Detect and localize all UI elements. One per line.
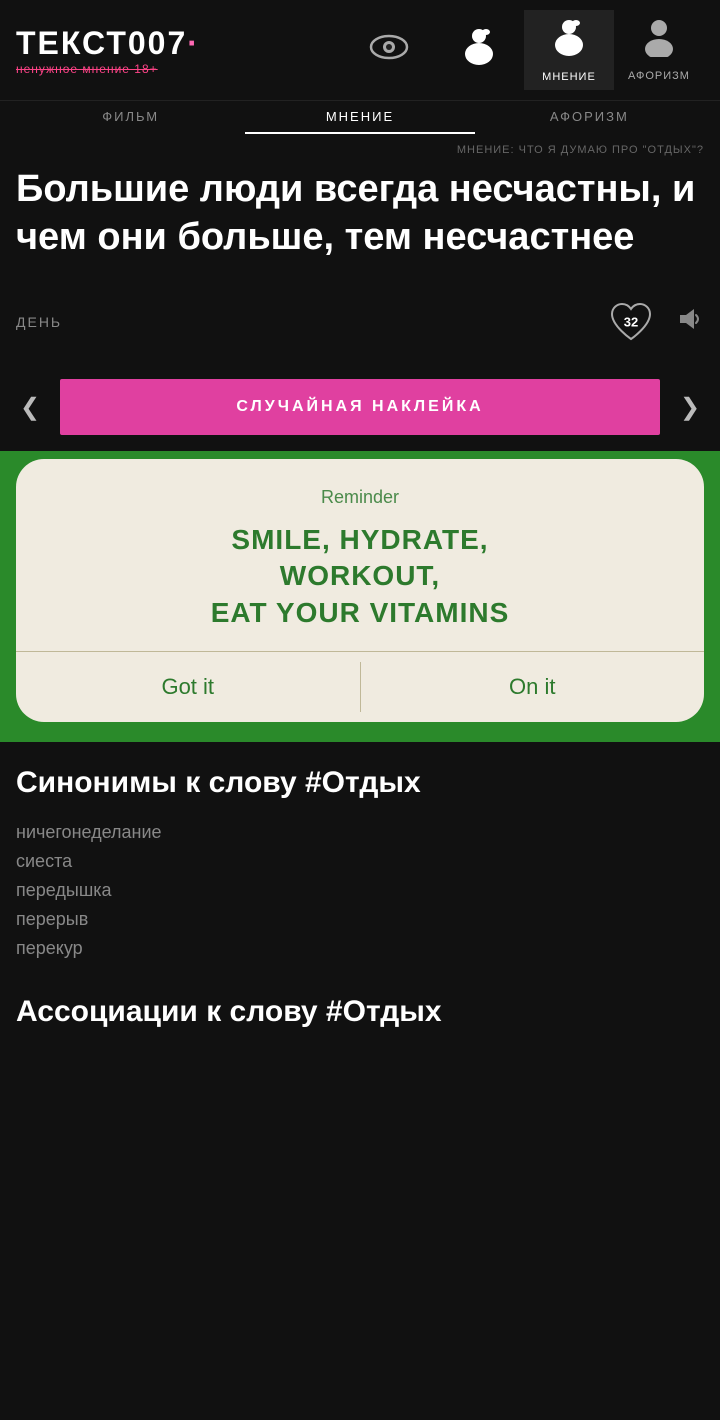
volume-icon[interactable] [676, 305, 704, 339]
chicken-icon-btn[interactable] [434, 10, 524, 90]
main-quote: Большие люди всегда несчастны, и чем они… [16, 166, 704, 261]
heart-badge[interactable]: 32 [606, 299, 656, 345]
sticker-button[interactable]: СЛУЧАЙНАЯ НАКЛЕЙКА [60, 379, 660, 435]
eye-icon-btn[interactable] [344, 10, 434, 90]
opinion-tab-label: МНЕНИЕ [542, 71, 596, 83]
reminder-label: Reminder [40, 487, 680, 508]
eye-icon [369, 32, 409, 69]
opinion-icon [551, 17, 587, 65]
opinion-icon-btn[interactable]: МНЕНИЕ [524, 10, 614, 90]
logo-subtitle: ненужное мнение 18+ [16, 62, 344, 76]
list-item: перерыв [16, 905, 704, 934]
tab-film[interactable]: ФИЛЬМ [16, 101, 245, 134]
associations-section: Ассоциации к слову #Отдых [0, 979, 720, 1029]
reminder-top: Reminder SMILE, HYDRATE, WORKOUT, EAT YO… [16, 459, 704, 651]
aphorism-tab-label: АФОРИЗМ [628, 70, 690, 82]
reminder-card-wrapper: Reminder SMILE, HYDRATE, WORKOUT, EAT YO… [0, 459, 720, 742]
prev-arrow-btn[interactable]: ❮ [0, 379, 60, 435]
nav-tabs: ФИЛЬМ МНЕНИЕ АФОРИЗМ [0, 101, 720, 134]
header: ТЕКСТ007· ненужное мнение 18+ [0, 0, 720, 101]
next-arrow-btn[interactable]: ❯ [660, 379, 720, 435]
reminder-text: SMILE, HYDRATE, WORKOUT, EAT YOUR VITAMI… [40, 522, 680, 631]
right-arrow-icon: ❯ [680, 393, 700, 422]
controls-right: 32 [606, 299, 704, 345]
list-item: передышка [16, 876, 704, 905]
sticker-bar: ❮ СЛУЧАЙНАЯ НАКЛЕЙКА ❯ [0, 369, 720, 451]
heart-count: 32 [624, 315, 638, 330]
silhouette-icon [644, 19, 674, 64]
logo-area: ТЕКСТ007· ненужное мнение 18+ [16, 25, 344, 76]
got-it-button[interactable]: Got it [16, 652, 360, 722]
tab-aforizm[interactable]: АФОРИЗМ [475, 101, 704, 134]
synonym-list: ничегонеделание сиеста передышка перерыв… [16, 818, 704, 963]
logo: ТЕКСТ007· [16, 25, 344, 62]
left-arrow-icon: ❮ [20, 393, 40, 422]
list-item: перекур [16, 934, 704, 963]
associations-title: Ассоциации к слову #Отдых [16, 995, 704, 1029]
on-it-button[interactable]: On it [361, 652, 705, 722]
list-item: ничегонеделание [16, 818, 704, 847]
green-separator [0, 451, 720, 459]
aphorism-icon-btn[interactable]: АФОРИЗМ [614, 10, 704, 90]
day-label: ДЕНЬ [16, 314, 62, 330]
list-item: сиеста [16, 847, 704, 876]
reminder-actions: Got it On it [16, 652, 704, 722]
controls-row: ДЕНЬ 32 [16, 291, 704, 353]
main-content: МНЕНИЕ: ЧТО Я ДУМАЮ ПРО "ОТДЫХ"? Большие… [0, 134, 720, 369]
chicken-icon [461, 26, 497, 74]
header-icons: МНЕНИЕ АФОРИЗМ [344, 10, 704, 90]
tab-mnenie[interactable]: МНЕНИЕ [245, 101, 474, 134]
synonyms-title: Синонимы к слову #Отдых [16, 766, 704, 800]
synonyms-section: Синонимы к слову #Отдых ничегонеделание … [0, 742, 720, 979]
breadcrumb: МНЕНИЕ: ЧТО Я ДУМАЮ ПРО "ОТДЫХ"? [16, 144, 704, 156]
reminder-card: Reminder SMILE, HYDRATE, WORKOUT, EAT YO… [16, 459, 704, 722]
